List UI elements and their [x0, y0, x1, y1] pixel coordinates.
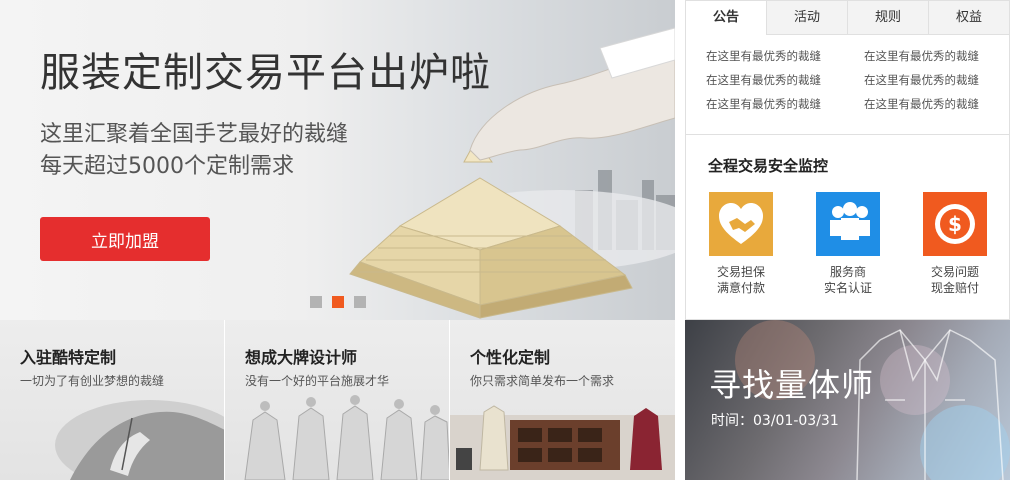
join-button[interactable]: 立即加盟: [40, 217, 210, 261]
compensation-label-2: 现金赔付: [930, 281, 979, 295]
verification-item[interactable]: 服务商 实名认证: [815, 192, 881, 296]
feature-cards: 入驻酷特定制 一切为了有创业梦想的裁缝 想成大牌设计师 没有一个好的平台施展才华: [0, 320, 675, 480]
notice-link[interactable]: 在这里有最优秀的裁缝: [864, 71, 1010, 89]
compensation-item[interactable]: $ 交易问题 现金赔付: [922, 192, 988, 296]
measurer-banner[interactable]: 寻找量体师 时间：03/01-03/31: [685, 320, 1010, 480]
feature-card-designer[interactable]: 想成大牌设计师 没有一个好的平台施展才华: [225, 320, 450, 480]
guarantee-label-2: 满意付款: [716, 281, 765, 295]
tab-announcement[interactable]: 公告: [686, 1, 766, 35]
guarantee-item[interactable]: 交易担保 满意付款: [708, 192, 774, 296]
notice-box: 公告 活动 规则 权益 在这里有最优秀的裁缝 在这里有最优秀的裁缝 在这里有最优…: [685, 0, 1010, 135]
coin-refund-icon: $: [923, 192, 987, 256]
hero-banner[interactable]: 服装定制交易平台出炉啦 这里汇聚着全国手艺最好的裁缝 每天超过5000个定制需求…: [0, 0, 675, 320]
feature-card-join[interactable]: 入驻酷特定制 一切为了有创业梦想的裁缝: [0, 320, 225, 480]
carousel-dot-3[interactable]: [354, 296, 366, 308]
card-subtitle: 一切为了有创业梦想的裁缝: [20, 374, 165, 388]
hero-subtitle-line-2: 每天超过5000个定制需求: [40, 154, 294, 179]
notice-link[interactable]: 在这里有最优秀的裁缝: [706, 71, 864, 89]
banner-title: 寻找量体师: [709, 366, 875, 404]
handshake-heart-icon: [709, 192, 773, 256]
safety-section: 全程交易安全监控 交易担保 满意付款 服务商 实名认证 $ 交易问题 现金赔付: [685, 135, 1010, 320]
guarantee-label-1: 交易担保: [716, 265, 765, 279]
people-icon: [816, 192, 880, 256]
tab-rules[interactable]: 规则: [847, 1, 928, 34]
carousel-pagination: [310, 296, 366, 308]
carousel-dot-1[interactable]: [310, 296, 322, 308]
notice-tabs: 公告 活动 规则 权益: [686, 1, 1009, 35]
compensation-label-1: 交易问题: [930, 265, 979, 279]
card-subtitle: 你只需求简单发布一个需求: [470, 374, 615, 388]
banner-date: 时间：03/01-03/31: [711, 413, 839, 429]
card-title: 个性化定制: [470, 348, 551, 367]
notice-link[interactable]: 在这里有最优秀的裁缝: [864, 95, 1010, 113]
notice-list: 在这里有最优秀的裁缝 在这里有最优秀的裁缝 在这里有最优秀的裁缝 在这里有最优秀…: [686, 35, 1009, 113]
verification-label-2: 实名认证: [823, 281, 872, 295]
tab-activity[interactable]: 活动: [766, 1, 847, 34]
card-subtitle: 没有一个好的平台施展才华: [245, 374, 390, 388]
feature-card-custom[interactable]: 个性化定制 你只需求简单发布一个需求: [450, 320, 675, 480]
card-title: 想成大牌设计师: [245, 348, 358, 367]
svg-text:$: $: [948, 212, 962, 236]
hero-subtitle-line-1: 这里汇聚着全国手艺最好的裁缝: [40, 122, 349, 147]
notice-link[interactable]: 在这里有最优秀的裁缝: [706, 47, 864, 65]
notice-link[interactable]: 在这里有最优秀的裁缝: [706, 95, 864, 113]
verification-label-1: 服务商: [829, 265, 866, 279]
carousel-dot-2-active[interactable]: [332, 296, 344, 308]
safety-features: 交易担保 满意付款 服务商 实名认证 $ 交易问题 现金赔付: [708, 192, 988, 296]
safety-title: 全程交易安全监控: [708, 157, 829, 175]
card-title: 入驻酷特定制: [20, 348, 117, 367]
tab-benefits[interactable]: 权益: [928, 1, 1009, 34]
notice-link[interactable]: 在这里有最优秀的裁缝: [864, 47, 1010, 65]
right-panel: 公告 活动 规则 权益 在这里有最优秀的裁缝 在这里有最优秀的裁缝 在这里有最优…: [685, 0, 1010, 480]
hero-title: 服装定制交易平台出炉啦: [40, 50, 491, 96]
